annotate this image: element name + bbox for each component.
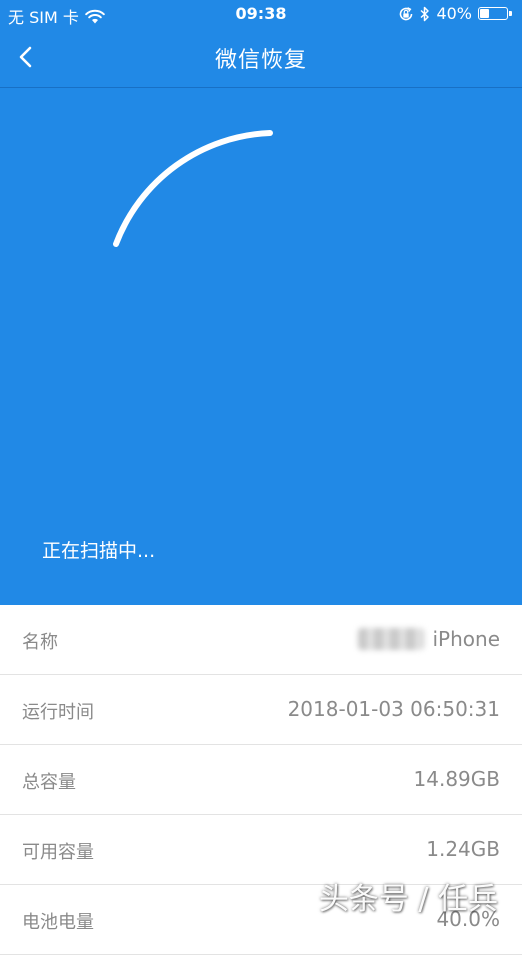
info-row-name: 名称 iPhone	[0, 605, 522, 675]
scan-progress-arc	[113, 130, 273, 247]
info-label: 名称	[22, 632, 58, 653]
info-label: 总容量	[22, 772, 76, 793]
device-model: iPhone	[432, 627, 500, 651]
scan-status-text: 正在扫描中...	[42, 540, 156, 562]
info-label: 运行时间	[22, 702, 94, 723]
info-value: 1.24GB	[426, 837, 500, 861]
watermark: 头条号 / 任兵	[318, 882, 498, 917]
info-value: 14.89GB	[413, 767, 500, 791]
info-value: iPhone	[358, 627, 500, 651]
info-label: 可用容量	[22, 842, 94, 863]
scan-progress-ring	[113, 130, 273, 247]
info-value: 2018-01-03 06:50:31	[287, 697, 500, 721]
info-label: 电池电量	[22, 912, 94, 933]
info-row-total-capacity: 总容量 14.89GB	[0, 745, 522, 815]
blurred-device-name	[358, 628, 425, 650]
info-row-uptime: 运行时间 2018-01-03 06:50:31	[0, 675, 522, 745]
